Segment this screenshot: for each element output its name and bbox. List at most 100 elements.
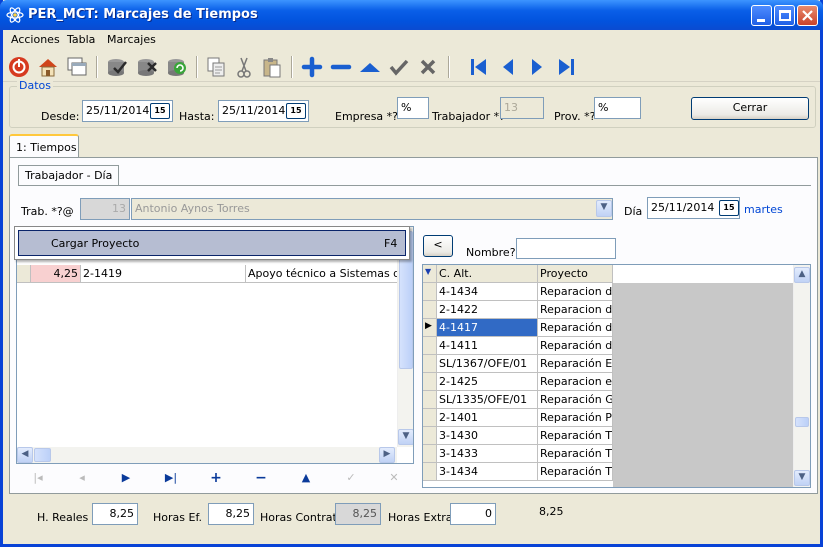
tab-tiempos[interactable]: 1: Tiempos	[9, 134, 79, 158]
nav-next-button[interactable]: ▶	[111, 469, 141, 487]
proyecto-cell[interactable]: Reparación GF	[538, 391, 613, 409]
row-indicator[interactable]	[423, 409, 437, 427]
menu-tabla[interactable]: Tabla	[67, 33, 95, 46]
home-button[interactable]	[35, 54, 61, 80]
trabajador-field[interactable]: 13	[500, 97, 544, 119]
close-button[interactable]	[797, 5, 818, 26]
c-alt-cell[interactable]: 2-1425	[437, 373, 538, 391]
delete-record-button[interactable]	[328, 54, 354, 80]
check-db-button[interactable]	[104, 54, 130, 80]
c-alt-cell[interactable]: 2-1422	[437, 301, 538, 319]
cut-button[interactable]	[231, 54, 257, 80]
nav-prev-button[interactable]: ◂	[67, 469, 97, 487]
next-record-button[interactable]	[524, 54, 550, 80]
proyecto-cell[interactable]: Reparación del	[538, 337, 613, 355]
left-hscroll-thumb[interactable]	[34, 448, 51, 462]
back-button[interactable]: <	[423, 235, 453, 257]
nav-first-button[interactable]: |◂	[23, 469, 53, 487]
menu-acciones[interactable]: Acciones	[11, 33, 60, 46]
proyecto-cell[interactable]: Reparacion en	[538, 373, 613, 391]
c-alt-cell[interactable]: 2-1401	[437, 409, 538, 427]
windows-button[interactable]	[64, 54, 90, 80]
description-cell[interactable]: Apoyo técnico a Sistemas de N	[246, 265, 398, 283]
c-alt-cell[interactable]: SL/1367/OFE/01	[437, 355, 538, 373]
project-vscroll-thumb[interactable]	[795, 417, 809, 427]
cancel-button[interactable]	[415, 54, 441, 80]
nav-add-button[interactable]: +	[201, 469, 231, 487]
prov-field[interactable]: %	[594, 97, 641, 119]
horas-ef-field[interactable]: 8,25	[208, 503, 254, 525]
scroll-down-button[interactable]: ▼	[398, 429, 413, 445]
nav-edit-button[interactable]: ▲	[291, 469, 321, 487]
trab-dropdown-button[interactable]: ▼	[596, 200, 612, 217]
row-indicator[interactable]	[423, 337, 437, 355]
proyecto-cell[interactable]: Reparacion de	[538, 301, 613, 319]
row-indicator[interactable]	[423, 427, 437, 445]
h-reales-field[interactable]: 8,25	[92, 503, 138, 525]
last-record-button[interactable]	[553, 54, 579, 80]
header-proyecto[interactable]: Proyecto	[538, 265, 613, 283]
proyecto-cell[interactable]: Reparación PC	[538, 409, 613, 427]
power-button[interactable]	[6, 54, 32, 80]
row-indicator[interactable]	[423, 391, 437, 409]
nav-delete-button[interactable]: −	[246, 469, 276, 487]
header-c-alt[interactable]: C. Alt.	[437, 265, 538, 283]
sort-arrow-icon[interactable]: ▼	[423, 265, 437, 283]
add-record-button[interactable]	[299, 54, 325, 80]
edit-record-button[interactable]	[357, 54, 383, 80]
hasta-calendar-button[interactable]: 15	[286, 103, 306, 119]
left-grid-vscroll[interactable]: ▼	[397, 227, 413, 447]
horas-extra-field[interactable]: 0	[450, 503, 496, 525]
scroll-left-button[interactable]: ◀	[17, 447, 33, 463]
nav-post-button[interactable]: ✓	[336, 469, 366, 487]
c-alt-cell[interactable]: 3-1433	[437, 445, 538, 463]
row-indicator[interactable]	[423, 373, 437, 391]
empresa-field[interactable]: %	[397, 97, 429, 119]
scroll-right-button[interactable]: ▶	[379, 447, 395, 463]
title-bar[interactable]: PER_MCT: Marcajes de Tiempos	[0, 0, 823, 30]
cerrar-button[interactable]: Cerrar	[691, 97, 809, 120]
row-indicator[interactable]	[17, 265, 31, 283]
cargar-proyecto-menu-item[interactable]: Cargar Proyecto F4	[18, 230, 406, 256]
c-alt-cell[interactable]: 3-1430	[437, 427, 538, 445]
row-indicator[interactable]	[423, 355, 437, 373]
left-grid-hscroll[interactable]: ◀ ▶	[17, 447, 397, 463]
c-alt-cell[interactable]: SL/1335/OFE/01	[437, 391, 538, 409]
proyecto-cell[interactable]: Reparación TS	[538, 427, 613, 445]
c-alt-cell[interactable]: 3-1434	[437, 463, 538, 481]
tab-trabajador-dia[interactable]: Trabajador - Día	[18, 165, 120, 185]
hours-cell[interactable]: 4,25	[31, 265, 81, 283]
horas-contrato-field[interactable]: 8,25	[335, 503, 381, 525]
dia-calendar-button[interactable]: 15	[719, 200, 739, 216]
row-indicator[interactable]: ▶	[423, 319, 437, 337]
trab-name-field[interactable]: Antonio Aynos Torres	[131, 198, 613, 220]
desde-calendar-button[interactable]: 15	[150, 103, 170, 119]
proyecto-cell[interactable]: Reparación de	[538, 319, 613, 337]
scroll-down-button[interactable]: ▼	[794, 470, 810, 486]
c-alt-cell[interactable]: 4-1411	[437, 337, 538, 355]
prev-record-button[interactable]	[495, 54, 521, 80]
row-indicator[interactable]	[423, 301, 437, 319]
refresh-db-button[interactable]	[164, 54, 190, 80]
c-alt-cell[interactable]: 4-1434	[437, 283, 538, 301]
proyecto-cell[interactable]: Reparación TS	[538, 463, 613, 481]
paste-button[interactable]	[259, 54, 285, 80]
nombre-field[interactable]	[516, 238, 616, 259]
scroll-up-button[interactable]: ▲	[794, 267, 810, 283]
proyecto-cell[interactable]: Reparacion de	[538, 283, 613, 301]
accept-button[interactable]	[386, 54, 412, 80]
project-code-cell[interactable]: 2-1419	[81, 265, 246, 283]
nav-cancel-button[interactable]: ✕	[379, 469, 409, 487]
nav-last-button[interactable]: ▶|	[156, 469, 186, 487]
project-grid-vscroll[interactable]: ▲ ▼	[793, 265, 810, 487]
row-indicator[interactable]	[423, 283, 437, 301]
maximize-button[interactable]	[774, 5, 795, 26]
proyecto-cell[interactable]: Reparación TS	[538, 445, 613, 463]
trab-code-field[interactable]: 13	[80, 198, 130, 220]
delete-db-button[interactable]	[134, 54, 160, 80]
first-record-button[interactable]	[466, 54, 492, 80]
menu-marcajes[interactable]: Marcajes	[107, 33, 156, 46]
minimize-button[interactable]	[751, 5, 772, 26]
copy-button[interactable]	[203, 54, 229, 80]
proyecto-cell[interactable]: Reparación En	[538, 355, 613, 373]
